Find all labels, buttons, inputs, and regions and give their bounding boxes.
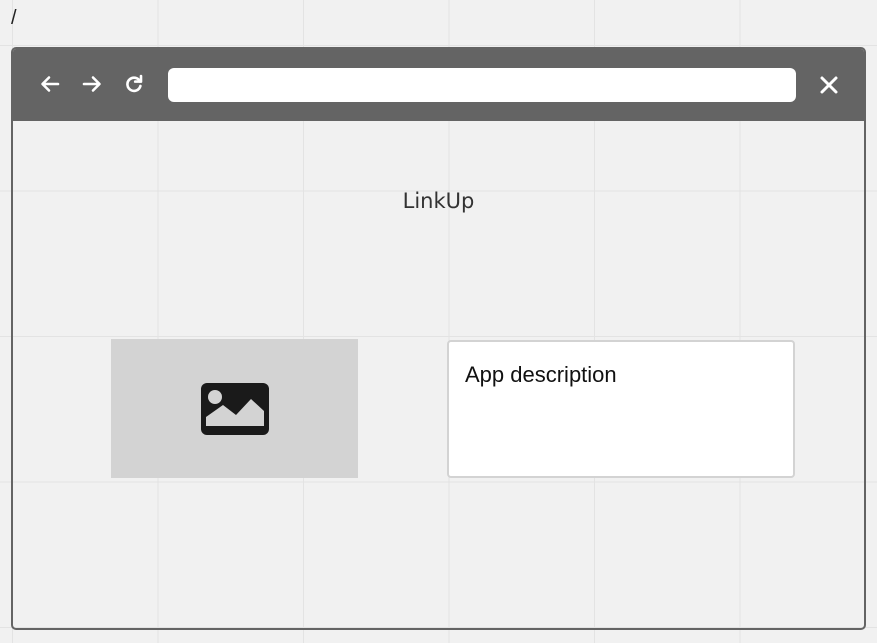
reload-icon bbox=[126, 74, 143, 93]
close-button[interactable] bbox=[816, 72, 842, 98]
back-button[interactable] bbox=[37, 71, 63, 97]
reload-button[interactable] bbox=[121, 71, 147, 97]
forward-button[interactable] bbox=[79, 71, 105, 97]
app-description-box[interactable]: App description bbox=[447, 340, 795, 478]
close-icon bbox=[820, 76, 838, 94]
breadcrumb: / bbox=[11, 7, 17, 29]
image-placeholder bbox=[111, 339, 358, 478]
browser-toolbar bbox=[13, 49, 864, 121]
browser-window: LinkUp App description bbox=[11, 47, 866, 630]
image-icon bbox=[200, 382, 269, 435]
arrow-left-icon bbox=[41, 76, 60, 92]
address-bar[interactable] bbox=[168, 68, 796, 102]
arrow-right-icon bbox=[82, 76, 101, 92]
app-title: LinkUp bbox=[402, 189, 475, 213]
